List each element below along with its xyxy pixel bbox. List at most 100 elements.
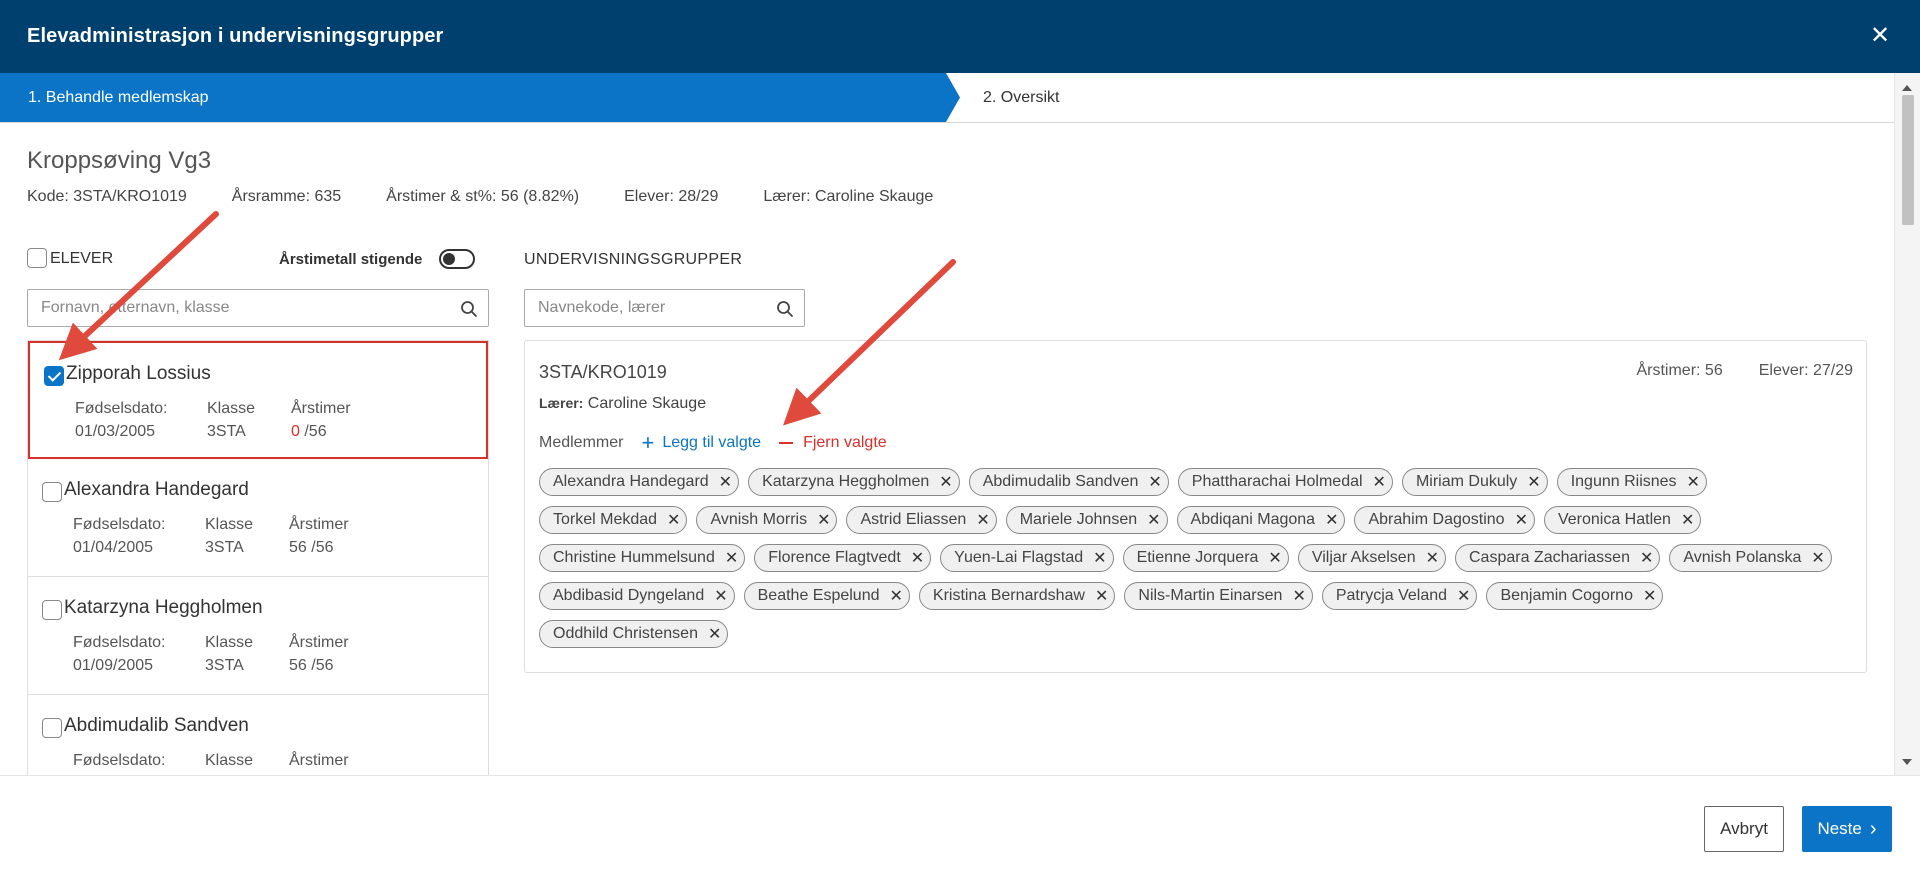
remove-member-icon[interactable]: ✕ bbox=[890, 586, 903, 606]
group-actions: Medlemmer + Legg til valgte Fjern valgte bbox=[539, 432, 905, 454]
minus-icon bbox=[779, 442, 794, 444]
remove-member-icon[interactable]: ✕ bbox=[1426, 548, 1439, 568]
remove-member-icon[interactable]: ✕ bbox=[976, 510, 989, 530]
member-tag-label: Oddhild Christensen bbox=[553, 625, 698, 642]
remove-member-icon[interactable]: ✕ bbox=[1515, 510, 1528, 530]
member-tag-label: Christine Hummelsund bbox=[553, 549, 715, 566]
scroll-up-icon[interactable] bbox=[1902, 85, 1912, 91]
group-teacher: Lærer: Caroline Skauge bbox=[539, 395, 706, 413]
remove-member-icon[interactable]: ✕ bbox=[1147, 510, 1160, 530]
remove-member-icon[interactable]: ✕ bbox=[1325, 510, 1338, 530]
member-tag: Astrid Eliassen ✕ bbox=[846, 506, 997, 534]
remove-member-icon[interactable]: ✕ bbox=[667, 510, 680, 530]
remove-member-icon[interactable]: ✕ bbox=[817, 510, 830, 530]
wizard-steps: 1. Behandle medlemskap 2. Oversikt bbox=[0, 73, 1894, 123]
course-teacher: Lærer: Caroline Skauge bbox=[763, 188, 934, 205]
next-button[interactable]: Neste › bbox=[1802, 806, 1892, 852]
student-name: Zipporah Lossius bbox=[66, 363, 211, 384]
member-tag: Nils-Martin Einarsen ✕ bbox=[1124, 582, 1313, 610]
scroll-down-icon[interactable] bbox=[1902, 759, 1912, 765]
student-item[interactable]: Zipporah Lossius Fødselsdato: Klasse Års… bbox=[28, 341, 488, 459]
cancel-button[interactable]: Avbryt bbox=[1704, 806, 1784, 852]
member-tag: Viljar Akselsen ✕ bbox=[1297, 544, 1446, 572]
birth-value: 01/09/2005 bbox=[73, 657, 154, 674]
member-tag-label: Nils-Martin Einarsen bbox=[1138, 587, 1283, 604]
student-name: Abdimudalib Sandven bbox=[64, 715, 249, 736]
dialog-header: Elevadministrasjon i undervisningsgruppe… bbox=[0, 0, 1920, 73]
vertical-scrollbar[interactable] bbox=[1894, 73, 1920, 775]
student-item[interactable]: Abdimudalib Sandven Fødselsdato: Klasse … bbox=[28, 695, 488, 775]
remove-member-icon[interactable]: ✕ bbox=[1268, 548, 1281, 568]
remove-member-icon[interactable]: ✕ bbox=[1681, 510, 1694, 530]
remove-member-icon[interactable]: ✕ bbox=[939, 472, 952, 492]
hours-label: Årstimer bbox=[291, 400, 351, 417]
group-stats: Årstimer: 56 Elever: 27/29 bbox=[1600, 362, 1853, 380]
member-tag: Etienne Jorquera ✕ bbox=[1122, 544, 1289, 572]
course-elever: Elever: 28/29 bbox=[624, 188, 719, 205]
add-selected-button[interactable]: + Legg til valgte bbox=[641, 432, 761, 454]
remove-member-icon[interactable]: ✕ bbox=[708, 624, 721, 644]
remove-member-icon[interactable]: ✕ bbox=[1292, 586, 1305, 606]
search-icon[interactable] bbox=[776, 300, 794, 318]
remove-member-icon[interactable]: ✕ bbox=[1373, 472, 1386, 492]
remove-member-icon[interactable]: ✕ bbox=[1093, 548, 1106, 568]
dialog-title: Elevadministrasjon i undervisningsgruppe… bbox=[27, 25, 444, 47]
scroll-thumb[interactable] bbox=[1902, 95, 1914, 225]
member-tag-label: Etienne Jorquera bbox=[1136, 549, 1259, 566]
hours-label: Årstimer bbox=[289, 516, 349, 533]
member-tag: Miriam Dukuly ✕ bbox=[1401, 468, 1548, 496]
dialog-footer: Avbryt Neste › bbox=[0, 775, 1920, 878]
remove-member-icon[interactable]: ✕ bbox=[1643, 586, 1656, 606]
remove-member-icon[interactable]: ✕ bbox=[1640, 548, 1653, 568]
group-card: 3STA/KRO1019 Årstimer: 56 Elever: 27/29 … bbox=[524, 340, 1867, 673]
course-title: Kroppsøving Vg3 bbox=[27, 147, 212, 174]
member-tag-label: Mariele Johnsen bbox=[1019, 511, 1138, 528]
search-icon[interactable] bbox=[460, 300, 478, 318]
step-2-label: 2. Oversikt bbox=[983, 88, 1060, 106]
remove-member-icon[interactable]: ✕ bbox=[1095, 586, 1108, 606]
member-tag-label: Astrid Eliassen bbox=[860, 511, 967, 528]
member-tag: Ingunn Riisnes ✕ bbox=[1556, 468, 1707, 496]
remove-member-icon[interactable]: ✕ bbox=[725, 548, 738, 568]
remove-member-icon[interactable]: ✕ bbox=[1527, 472, 1540, 492]
remove-member-icon[interactable]: ✕ bbox=[1687, 472, 1700, 492]
hours-count: 56 bbox=[289, 539, 307, 556]
member-tag: Patrycja Veland ✕ bbox=[1321, 582, 1478, 610]
remove-member-icon[interactable]: ✕ bbox=[719, 472, 732, 492]
group-search-input[interactable] bbox=[538, 299, 804, 317]
student-checkbox[interactable] bbox=[42, 600, 62, 620]
student-checkbox[interactable] bbox=[44, 366, 64, 386]
remove-member-icon[interactable]: ✕ bbox=[1457, 586, 1470, 606]
birth-label: Fødselsdato: bbox=[73, 516, 166, 533]
sort-toggle[interactable] bbox=[439, 249, 475, 269]
birth-label: Fødselsdato: bbox=[73, 634, 166, 651]
close-icon[interactable]: ✕ bbox=[1868, 24, 1892, 48]
remove-member-icon[interactable]: ✕ bbox=[714, 586, 727, 606]
member-tag: Benjamin Cogorno ✕ bbox=[1486, 582, 1664, 610]
birth-value: 01/03/2005 bbox=[75, 423, 156, 440]
select-all-checkbox[interactable] bbox=[27, 248, 47, 268]
student-search-input[interactable] bbox=[41, 299, 488, 317]
remove-member-icon[interactable]: ✕ bbox=[1811, 548, 1824, 568]
student-item[interactable]: Katarzyna Heggholmen Fødselsdato: Klasse… bbox=[28, 577, 488, 695]
member-tag: Alexandra Handegard ✕ bbox=[539, 468, 740, 496]
step-2[interactable]: 2. Oversikt bbox=[983, 73, 1059, 122]
member-tag: Phattharachai Holmedal ✕ bbox=[1177, 468, 1393, 496]
remove-selected-button[interactable]: Fjern valgte bbox=[779, 434, 887, 452]
student-item[interactable]: Alexandra Handegard Fødselsdato: Klasse … bbox=[28, 459, 488, 577]
step-1[interactable]: 1. Behandle medlemskap bbox=[0, 73, 960, 122]
hours-count: 56 bbox=[289, 657, 307, 674]
students-header: ELEVER Årstimetall stigende bbox=[27, 248, 489, 272]
hours-label: Årstimer bbox=[289, 752, 349, 769]
student-checkbox[interactable] bbox=[42, 482, 62, 502]
student-checkbox[interactable] bbox=[42, 718, 62, 738]
hours-value: 0 /56 bbox=[291, 423, 327, 441]
birth-label: Fødselsdato: bbox=[75, 400, 168, 417]
remove-member-icon[interactable]: ✕ bbox=[911, 548, 924, 568]
remove-member-icon[interactable]: ✕ bbox=[1148, 472, 1161, 492]
hours-total: /56 bbox=[306, 657, 334, 674]
class-value: 3STA bbox=[205, 657, 244, 674]
member-tag: Mariele Johnsen ✕ bbox=[1005, 506, 1168, 534]
cancel-label: Avbryt bbox=[1720, 819, 1768, 838]
member-tag: Abdiqani Magona ✕ bbox=[1176, 506, 1346, 534]
